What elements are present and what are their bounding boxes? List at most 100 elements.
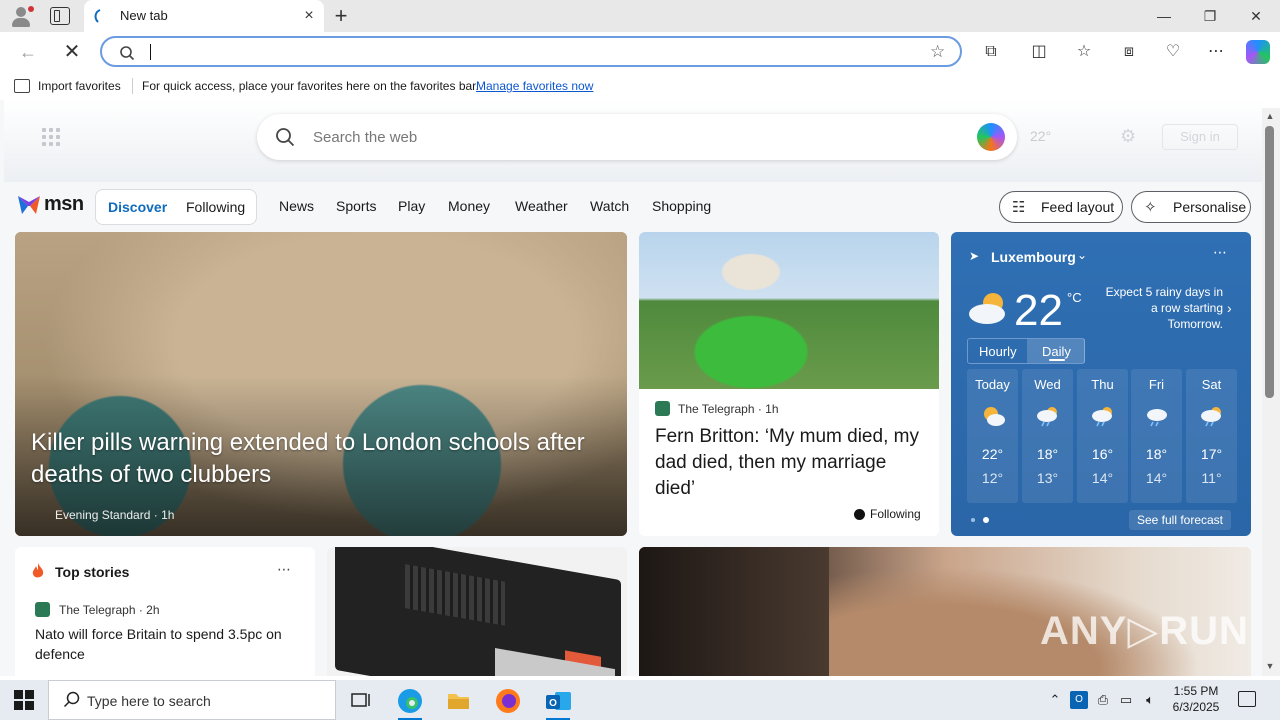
loading-icon	[94, 9, 101, 23]
tab-new-tab[interactable]: New tab ×	[84, 0, 324, 32]
browser-essentials-icon[interactable]: ♡	[1161, 40, 1185, 64]
nav-play[interactable]: Play	[398, 198, 425, 214]
nav-weather[interactable]: Weather	[515, 198, 568, 214]
scroll-thumb[interactable]	[1265, 126, 1274, 398]
tab-close-button[interactable]: ×	[300, 6, 318, 26]
profile-icon[interactable]	[8, 4, 36, 28]
anyrun-watermark: ANY▷RUN	[1040, 609, 1249, 653]
weather-location[interactable]: Luxembourg	[991, 249, 1076, 265]
new-tab-button[interactable]: +	[330, 3, 352, 29]
scroll-up-icon[interactable]: ▲	[1264, 110, 1276, 122]
windows-start-icon[interactable]	[14, 690, 34, 710]
hero-headline[interactable]: Killer pills warning extended to London …	[31, 427, 621, 491]
current-temperature: 22	[1014, 286, 1063, 335]
nav-news[interactable]: News	[279, 198, 314, 214]
scroll-down-icon[interactable]: ▼	[1264, 660, 1276, 672]
device-icon[interactable]: ⎙	[1094, 691, 1112, 709]
collections-icon[interactable]: ⧈	[1117, 40, 1141, 64]
day-low: 14°	[1091, 470, 1114, 486]
favorites-hint: For quick access, place your favorites h…	[142, 79, 479, 93]
forecast-day[interactable]: Wed 18° 13°	[1022, 369, 1073, 503]
divider	[132, 78, 133, 94]
address-input[interactable]	[154, 41, 914, 63]
page-dot-active[interactable]	[983, 517, 989, 523]
notifications-icon[interactable]	[1238, 691, 1256, 707]
forecast-day[interactable]: Thu 16° 14°	[1077, 369, 1128, 503]
favorites-icon[interactable]: ☆	[1072, 40, 1096, 64]
stop-loading-button[interactable]: ✕	[58, 38, 86, 66]
split-screen-icon[interactable]: ◫	[1027, 40, 1051, 64]
day-low: 13°	[1036, 470, 1059, 486]
tab-actions-icon[interactable]	[50, 7, 70, 25]
edge-icon[interactable]	[390, 684, 430, 720]
taskbar-search-input[interactable]	[87, 690, 327, 712]
following-badge[interactable]: Following	[870, 507, 921, 521]
nav-watch[interactable]: Watch	[590, 198, 629, 214]
copilot-icon[interactable]	[1246, 40, 1270, 64]
hero-source: Evening Standard · 1h	[55, 508, 175, 522]
more-options-icon[interactable]: ⋯	[277, 561, 291, 578]
outlook-icon[interactable]: O	[538, 684, 578, 720]
app-launcher-icon[interactable]	[42, 128, 62, 148]
web-search-input[interactable]	[313, 126, 913, 148]
top-stories-title: Top stories	[55, 564, 130, 580]
header-band: 22° ⚙ Sign in	[4, 100, 1262, 182]
weather-alert[interactable]: Expect 5 rainy days in a row starting To…	[1097, 284, 1223, 332]
chevron-right-icon[interactable]: ›	[1227, 300, 1232, 316]
temperature-unit[interactable]: °C	[1067, 290, 1082, 305]
toggle-daily[interactable]: Daily	[1042, 344, 1071, 359]
forecast-day[interactable]: Sat 17° 11°	[1186, 369, 1237, 503]
weather-card[interactable]: ➤ Luxembourg ⌄ ⋯ 22 °C Expect 5 rainy da…	[951, 232, 1251, 536]
nav-money[interactable]: Money	[448, 198, 490, 214]
personalise-button[interactable]: ✧ Personalise	[1131, 191, 1251, 223]
minimize-button[interactable]: —	[1144, 4, 1184, 28]
settings-gear-icon[interactable]: ⚙	[1120, 126, 1136, 147]
see-full-forecast-button[interactable]: See full forecast	[1129, 510, 1231, 530]
import-icon	[14, 79, 30, 93]
nav-shopping[interactable]: Shopping	[652, 198, 711, 214]
network-icon[interactable]: ▭	[1117, 691, 1135, 709]
feed-layout-button[interactable]: ☷ Feed layout	[999, 191, 1123, 223]
msn-page: 22° ⚙ Sign in msn Discover Following New…	[0, 100, 1262, 676]
sign-in-button[interactable]: Sign in	[1162, 124, 1238, 150]
nav-sports[interactable]: Sports	[336, 198, 376, 214]
task-view-icon[interactable]	[340, 684, 380, 718]
day-high: 17°	[1200, 446, 1223, 462]
top-story-headline[interactable]: Nato will force Britain to spend 3.5pc o…	[35, 624, 305, 664]
story-headline[interactable]: Fern Britton: ‘My mum died, my dad died,…	[655, 424, 925, 502]
forecast-day[interactable]: Today 22° 12°	[967, 369, 1018, 503]
forecast-toggle: Hourly Daily	[967, 338, 1085, 364]
extensions-icon[interactable]: ⧉	[979, 40, 1003, 64]
import-favorites-button[interactable]: Import favorites	[38, 79, 121, 93]
firefox-icon[interactable]	[488, 684, 528, 718]
story-card[interactable]	[327, 547, 627, 676]
favorite-star-icon[interactable]: ☆	[930, 42, 945, 62]
toggle-hourly[interactable]: Hourly	[979, 344, 1017, 359]
page-dot[interactable]	[971, 518, 975, 522]
more-options-icon[interactable]: ⋯	[1204, 40, 1228, 64]
forecast-day[interactable]: Fri 18° 14°	[1131, 369, 1182, 503]
taskbar-search[interactable]	[48, 680, 336, 720]
tab-discover[interactable]: Discover	[108, 199, 167, 215]
back-button[interactable]: ←	[14, 38, 42, 66]
file-explorer-icon[interactable]	[438, 684, 478, 718]
manage-favorites-link[interactable]: Manage favorites now	[476, 79, 593, 93]
show-hidden-icons-icon[interactable]: ⌃	[1046, 691, 1064, 709]
chevron-down-icon[interactable]: ⌄	[1077, 248, 1087, 262]
story-publisher: The Telegraph · 1h	[678, 402, 779, 416]
msn-butterfly-icon	[18, 196, 40, 214]
address-bar[interactable]: ☆	[100, 36, 962, 67]
volume-icon[interactable]: 🔈︎	[1141, 691, 1159, 709]
system-clock[interactable]: 1:55 PM 6/3/2025	[1168, 683, 1224, 715]
hero-story-card[interactable]: Evening Standard · 1h Killer pills warni…	[15, 232, 627, 536]
more-options-icon[interactable]: ⋯	[1213, 244, 1227, 261]
story-card[interactable]: The Telegraph · 1h Fern Britton: ‘My mum…	[639, 232, 939, 536]
page-scrollbar[interactable]: ▲ ▼	[1262, 108, 1280, 676]
web-search-box[interactable]	[257, 114, 1017, 160]
outlook-tray-icon[interactable]: O	[1070, 691, 1088, 709]
restore-button[interactable]: ❐	[1190, 4, 1230, 28]
tab-following[interactable]: Following	[186, 199, 245, 215]
copilot-icon[interactable]	[977, 123, 1005, 151]
window-close-button[interactable]: ✕	[1236, 4, 1276, 28]
header-weather[interactable]: 22°	[1030, 128, 1051, 144]
